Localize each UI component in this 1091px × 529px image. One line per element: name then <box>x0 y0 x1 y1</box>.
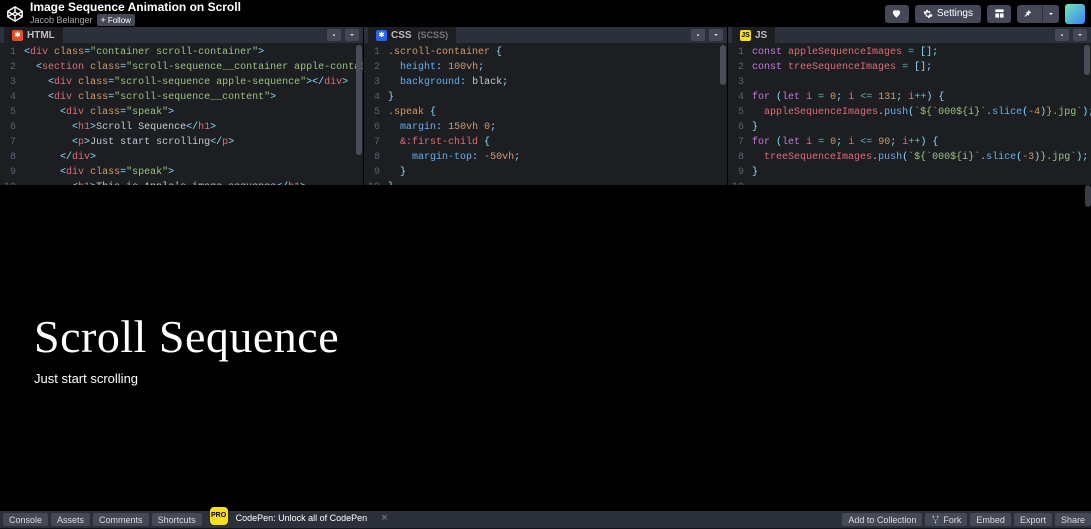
js-gutter: 12345678910111213 <box>728 43 748 185</box>
embed-button[interactable]: Embed <box>970 513 1011 526</box>
js-tab[interactable]: JS JS <box>732 27 775 43</box>
editor-js: JS JS 12345678910111213 const appleSeque… <box>728 27 1091 185</box>
html-code-area[interactable]: 1234567891011121314 <div class="containe… <box>0 43 363 185</box>
editors-row: ✱ HTML 1234567891011121314 <div class="c… <box>0 27 1091 185</box>
assets-button[interactable]: Assets <box>51 513 90 526</box>
js-scrollbar[interactable] <box>1083 43 1091 185</box>
plus-icon: + <box>101 15 106 25</box>
layout-icon <box>994 8 1005 19</box>
editor-css-header: ✱ CSS (SCSS) <box>364 27 727 43</box>
editor-html-header: ✱ HTML <box>0 27 363 43</box>
editor-css: ✱ CSS (SCSS) 1234567891011121314 .scroll… <box>364 27 728 185</box>
html-tab-label: HTML <box>27 30 55 41</box>
editor-js-header: JS JS <box>728 27 1091 43</box>
preview-heading: Scroll Sequence <box>34 310 1091 363</box>
fork-label: Fork <box>943 515 961 525</box>
app-header: Image Sequence Animation on Scroll Jacob… <box>0 0 1091 27</box>
html-scrollbar[interactable] <box>355 43 363 185</box>
add-to-collection-button[interactable]: Add to Collection <box>842 513 922 526</box>
css-code-area[interactable]: 1234567891011121314 .scroll-container { … <box>364 43 727 185</box>
pro-badge-icon: PRO <box>210 507 228 525</box>
css-preprocessor-note: (SCSS) <box>418 30 449 40</box>
share-button[interactable]: Share <box>1055 513 1091 526</box>
preview-subtitle: Just start scrolling <box>34 371 1091 386</box>
promo-close-icon[interactable]: × <box>381 512 387 524</box>
pen-author[interactable]: Jacob Belanger <box>30 16 93 25</box>
header-actions: Settings <box>885 4 1085 24</box>
settings-button[interactable]: Settings <box>915 5 981 23</box>
follow-button[interactable]: +Follow <box>97 14 135 26</box>
follow-label: Follow <box>108 16 131 25</box>
css-lang-icon: ✱ <box>376 30 387 41</box>
html-lang-icon: ✱ <box>12 30 23 41</box>
comments-button[interactable]: Comments <box>93 513 149 526</box>
css-gutter: 1234567891011121314 <box>364 43 384 185</box>
css-tab-label: CSS <box>391 30 412 41</box>
user-avatar[interactable] <box>1065 4 1085 24</box>
editor-config-button[interactable] <box>1055 29 1069 41</box>
pin-button[interactable] <box>1017 5 1059 23</box>
editor-dropdown-button[interactable] <box>1073 29 1087 41</box>
fork-button[interactable]: Fork <box>925 513 967 526</box>
js-code-area[interactable]: 12345678910111213 const appleSequenceIma… <box>728 43 1091 185</box>
preview-pane[interactable]: Scroll Sequence Just start scrolling <box>0 185 1091 511</box>
codepen-logo-icon[interactable] <box>6 5 24 23</box>
js-lang-icon: JS <box>740 30 751 41</box>
preview-scrollbar[interactable] <box>1085 185 1091 511</box>
heart-icon <box>891 8 902 19</box>
view-switch-button[interactable] <box>987 5 1011 23</box>
js-tab-label: JS <box>755 30 767 41</box>
shortcuts-button[interactable]: Shortcuts <box>152 513 202 526</box>
title-block: Image Sequence Animation on Scroll Jacob… <box>30 1 241 26</box>
css-code[interactable]: .scroll-container { height: 100vh; backg… <box>384 43 727 185</box>
editor-dropdown-button[interactable] <box>709 29 723 41</box>
html-code[interactable]: <div class="container scroll-container">… <box>20 43 363 185</box>
css-tab[interactable]: ✱ CSS (SCSS) <box>368 27 456 43</box>
editor-dropdown-button[interactable] <box>345 29 359 41</box>
promo-banner: PRO CodePen: Unlock all of CodePen × <box>210 511 388 529</box>
footer-bar: Console Assets Comments Shortcuts PRO Co… <box>0 511 1091 528</box>
settings-label: Settings <box>937 8 973 19</box>
css-scrollbar[interactable] <box>719 43 727 185</box>
love-button[interactable] <box>885 5 909 23</box>
console-button[interactable]: Console <box>3 513 48 526</box>
export-button[interactable]: Export <box>1014 513 1052 526</box>
gear-icon <box>923 9 933 19</box>
fork-icon <box>931 515 940 524</box>
html-tab[interactable]: ✱ HTML <box>4 27 63 43</box>
chevron-down-icon[interactable] <box>1042 5 1059 23</box>
editor-config-button[interactable] <box>327 29 341 41</box>
js-code[interactable]: const appleSequenceImages = [];const tre… <box>748 43 1091 185</box>
editor-config-button[interactable] <box>691 29 705 41</box>
html-gutter: 1234567891011121314 <box>0 43 20 185</box>
pin-icon <box>1023 9 1032 18</box>
pen-title: Image Sequence Animation on Scroll <box>30 1 241 13</box>
editor-html: ✱ HTML 1234567891011121314 <div class="c… <box>0 27 364 185</box>
promo-text[interactable]: CodePen: Unlock all of CodePen <box>236 513 368 523</box>
